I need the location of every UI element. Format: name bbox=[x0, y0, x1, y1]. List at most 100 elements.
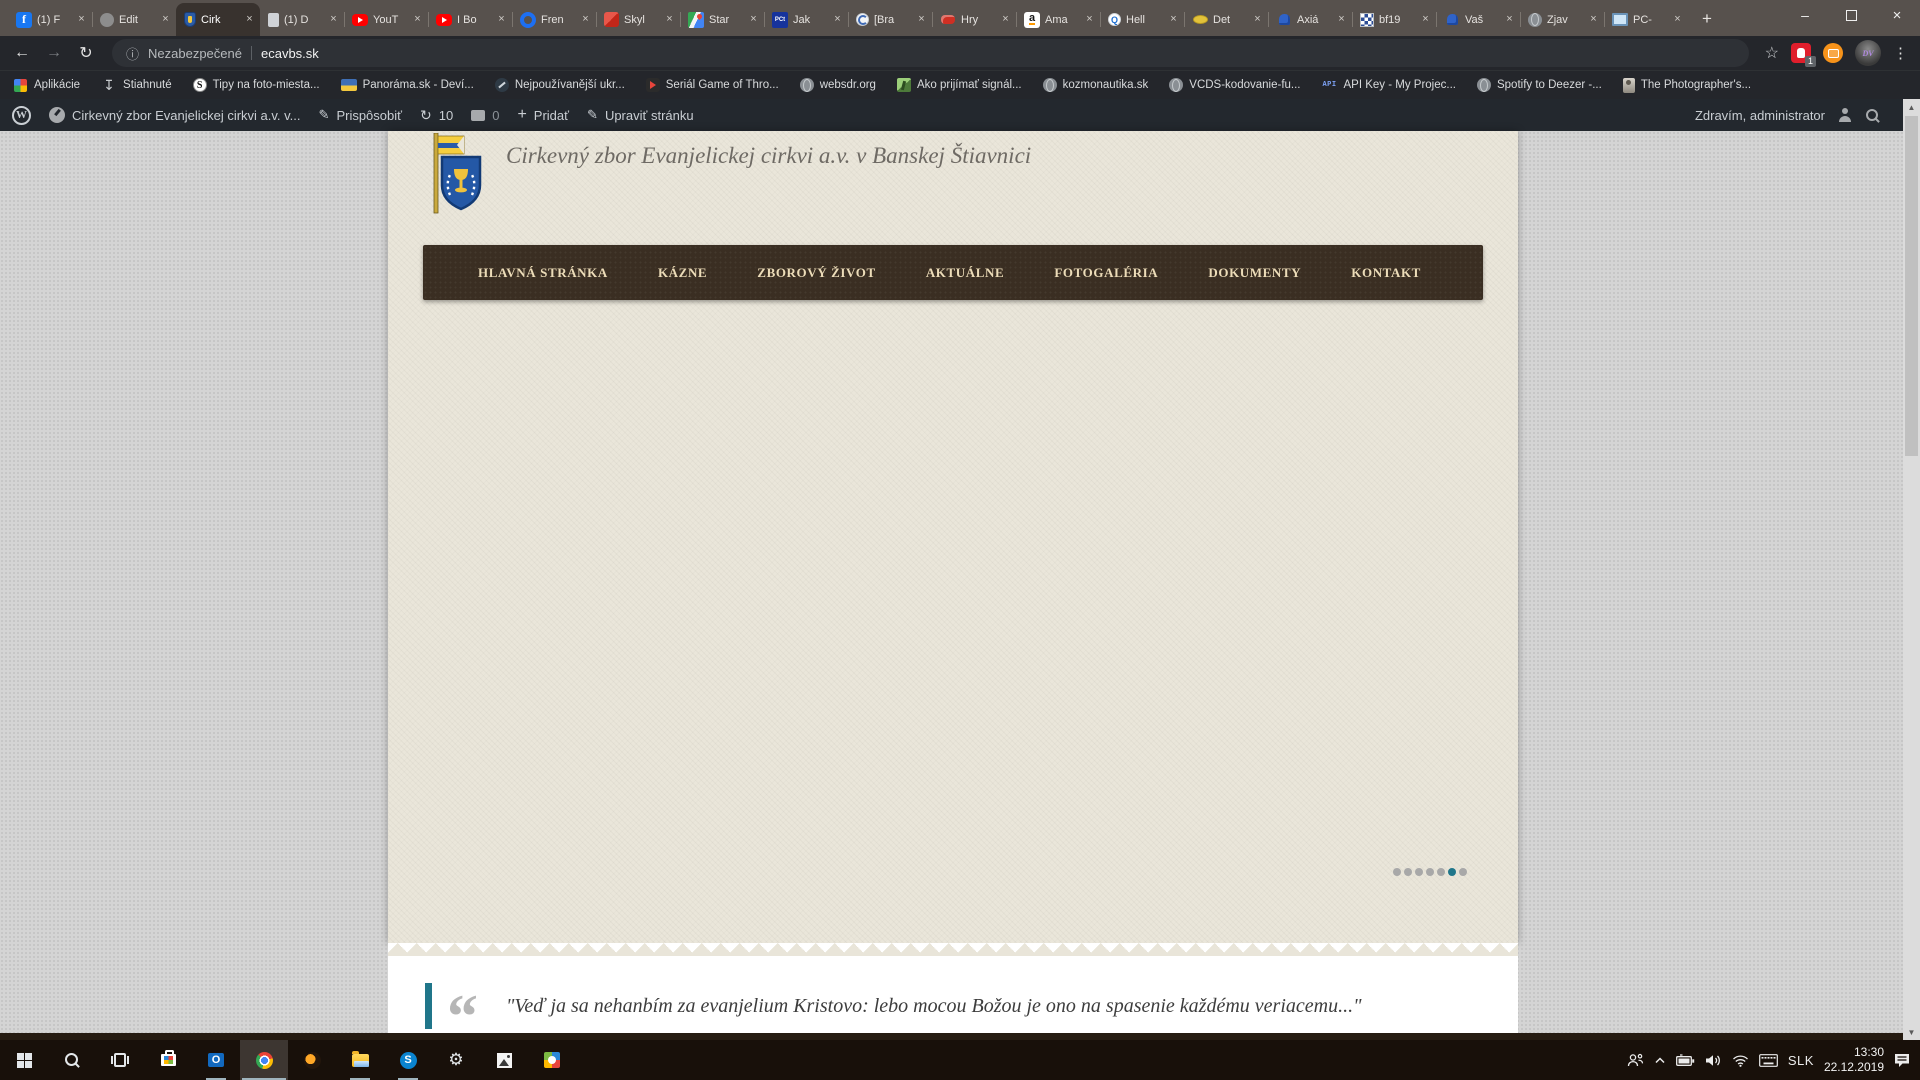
bookmark-star-icon[interactable] bbox=[1765, 43, 1779, 63]
comments-button[interactable]: 0 bbox=[471, 108, 499, 123]
wifi-icon[interactable] bbox=[1732, 1054, 1749, 1067]
tab-close-icon[interactable] bbox=[1250, 12, 1265, 27]
tab-close-icon[interactable] bbox=[998, 12, 1013, 27]
browser-tab[interactable]: bf19 bbox=[1352, 3, 1436, 36]
tab-close-icon[interactable] bbox=[662, 12, 677, 27]
browser-tab[interactable]: PC- bbox=[1604, 3, 1688, 36]
nav-menu-item[interactable]: KONTAKT bbox=[1351, 265, 1421, 281]
nav-menu-item[interactable]: AKTUÁLNE bbox=[926, 265, 1004, 281]
browser-tab[interactable]: (1) F bbox=[8, 3, 92, 36]
bookmark-item[interactable]: VCDS-kodovanie-fu... bbox=[1169, 78, 1300, 92]
tab-close-icon[interactable] bbox=[74, 12, 89, 27]
taskbar-settings-button[interactable] bbox=[432, 1040, 480, 1080]
wp-logo-menu[interactable] bbox=[12, 106, 31, 125]
tab-close-icon[interactable] bbox=[410, 12, 425, 27]
carousel-dot[interactable] bbox=[1426, 868, 1434, 876]
browser-menu-icon[interactable] bbox=[1893, 44, 1908, 62]
browser-tab[interactable]: Hry bbox=[932, 3, 1016, 36]
bookmark-item[interactable]: Panoráma.sk - Deví... bbox=[341, 79, 474, 91]
carousel-dot[interactable] bbox=[1415, 868, 1423, 876]
bookmark-item[interactable]: Aplikácie bbox=[12, 77, 80, 93]
tab-close-icon[interactable] bbox=[1334, 12, 1349, 27]
browser-tab[interactable]: Skyl bbox=[596, 3, 680, 36]
chevron-up-icon[interactable] bbox=[1654, 1056, 1666, 1064]
tab-close-icon[interactable] bbox=[1670, 12, 1685, 27]
tab-close-icon[interactable] bbox=[326, 12, 341, 27]
nav-menu-item[interactable]: FOTOGALÉRIA bbox=[1054, 265, 1158, 281]
tab-close-icon[interactable] bbox=[1166, 12, 1181, 27]
touch-keyboard-icon[interactable] bbox=[1759, 1054, 1778, 1067]
carousel-dot[interactable] bbox=[1459, 868, 1467, 876]
clock[interactable]: 13:30 22.12.2019 bbox=[1824, 1045, 1884, 1075]
taskbar-start-button[interactable] bbox=[0, 1040, 48, 1080]
tab-close-icon[interactable] bbox=[1586, 12, 1601, 27]
browser-tab[interactable]: Hell bbox=[1100, 3, 1184, 36]
adblock-extension-icon[interactable]: 1 bbox=[1791, 43, 1811, 63]
taskbar-search-button[interactable] bbox=[48, 1040, 96, 1080]
taskbar-skype-button[interactable] bbox=[384, 1040, 432, 1080]
browser-tab[interactable]: Zjav bbox=[1520, 3, 1604, 36]
profile-avatar[interactable]: DV bbox=[1855, 40, 1881, 66]
tab-close-icon[interactable] bbox=[830, 12, 845, 27]
nav-menu-item[interactable]: HLAVNÁ STRÁNKA bbox=[478, 265, 608, 281]
tab-close-icon[interactable] bbox=[242, 12, 257, 27]
browser-tab[interactable]: Vaš bbox=[1436, 3, 1520, 36]
site-menu[interactable]: Cirkevný zbor Evanjelickej cirkvi a.v. v… bbox=[49, 107, 301, 123]
new-tab-button[interactable] bbox=[1694, 6, 1720, 32]
close-icon[interactable] bbox=[1874, 0, 1920, 30]
carousel-dot[interactable] bbox=[1437, 868, 1445, 876]
browser-tab[interactable]: Star bbox=[680, 3, 764, 36]
tab-close-icon[interactable] bbox=[746, 12, 761, 27]
new-content-button[interactable]: Pridať bbox=[517, 106, 569, 124]
carousel-dot[interactable] bbox=[1404, 868, 1412, 876]
tab-close-icon[interactable] bbox=[578, 12, 593, 27]
taskbar-outlook-button[interactable] bbox=[192, 1040, 240, 1080]
action-center-icon[interactable] bbox=[1894, 1053, 1911, 1068]
taskbar-explorer-button[interactable] bbox=[336, 1040, 384, 1080]
bookmark-item[interactable]: websdr.org bbox=[800, 78, 876, 92]
nav-menu-item[interactable]: KÁZNE bbox=[658, 265, 707, 281]
forward-icon[interactable] bbox=[40, 39, 68, 67]
greeting-link[interactable]: Zdravím, administrator bbox=[1695, 108, 1825, 123]
scroll-down-icon[interactable] bbox=[1903, 1024, 1920, 1040]
maximize-icon[interactable] bbox=[1828, 0, 1874, 30]
battery-icon[interactable] bbox=[1676, 1054, 1695, 1067]
edit-page-button[interactable]: Upraviť stránku bbox=[587, 107, 694, 123]
taskbar-flstudio-button[interactable] bbox=[288, 1040, 336, 1080]
carousel-dot[interactable] bbox=[1393, 868, 1401, 876]
info-icon[interactable] bbox=[126, 44, 139, 63]
carousel-dot[interactable] bbox=[1448, 868, 1456, 876]
browser-tab[interactable]: Cirk bbox=[176, 3, 260, 36]
user-icon[interactable] bbox=[1838, 108, 1852, 122]
scroll-up-icon[interactable] bbox=[1903, 99, 1920, 115]
browser-tab[interactable]: Det bbox=[1184, 3, 1268, 36]
site-title[interactable]: Cirkevný zbor Evanjelickej cirkvi a.v. v… bbox=[506, 143, 1031, 169]
bookmark-item[interactable]: API Key - My Projec... bbox=[1322, 77, 1456, 93]
bookmark-item[interactable]: kozmonautika.sk bbox=[1043, 78, 1149, 92]
bookmark-item[interactable]: Nejpoužívanější ukr... bbox=[495, 78, 625, 92]
taskbar-photos-button[interactable] bbox=[480, 1040, 528, 1080]
taskbar-snagit-button[interactable] bbox=[528, 1040, 576, 1080]
reload-icon[interactable] bbox=[72, 39, 100, 67]
browser-tab[interactable]: Axiá bbox=[1268, 3, 1352, 36]
bookmark-item[interactable]: Ako prijímať signál... bbox=[897, 78, 1022, 92]
taskbar-taskview-button[interactable] bbox=[96, 1040, 144, 1080]
url-text[interactable]: ecavbs.sk bbox=[261, 46, 319, 61]
browser-tab[interactable]: [Bra bbox=[848, 3, 932, 36]
bookmark-item[interactable]: Tipy na foto-miesta... bbox=[193, 78, 320, 92]
tab-close-icon[interactable] bbox=[158, 12, 173, 27]
search-icon[interactable] bbox=[1865, 108, 1880, 123]
browser-tab[interactable]: Fren bbox=[512, 3, 596, 36]
updates-button[interactable]: 10 bbox=[420, 107, 453, 124]
people-icon[interactable] bbox=[1627, 1053, 1644, 1068]
browser-tab[interactable]: (1) D bbox=[260, 3, 344, 36]
bookmark-item[interactable]: Seriál Game of Thro... bbox=[646, 78, 779, 92]
bookmark-item[interactable]: Spotify to Deezer -... bbox=[1477, 78, 1602, 92]
taskbar-store-button[interactable] bbox=[144, 1040, 192, 1080]
church-crest-logo[interactable] bbox=[426, 133, 486, 221]
volume-icon[interactable] bbox=[1705, 1054, 1722, 1067]
page-scrollbar[interactable] bbox=[1903, 99, 1920, 1040]
taskbar-chrome-button[interactable] bbox=[240, 1040, 288, 1080]
browser-tab[interactable]: Jak bbox=[764, 3, 848, 36]
browser-tab[interactable]: YouT bbox=[344, 3, 428, 36]
